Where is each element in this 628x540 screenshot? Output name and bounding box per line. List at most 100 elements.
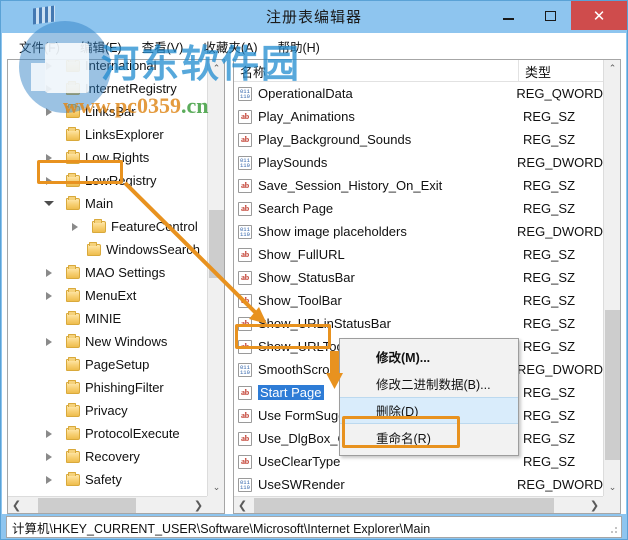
values-scroll-right-icon[interactable]: ❯ <box>586 497 603 513</box>
value-row[interactable]: ab Show_StatusBar REG_SZ <box>234 266 603 289</box>
close-icon: ✕ <box>592 7 606 25</box>
tree-scroll-down-icon[interactable]: ⌄ <box>208 479 224 496</box>
value-type-cell: REG_SZ <box>523 247 576 262</box>
menu-help[interactable]: 帮助(H) <box>268 34 328 59</box>
tree-scroll-right-icon[interactable]: ❯ <box>190 497 207 513</box>
tree-node[interactable]: SearchScopes <box>8 491 206 495</box>
value-row[interactable]: 011 110 UseSWRender REG_DWORD <box>234 473 603 496</box>
tree-node[interactable]: MAO Settings <box>8 261 206 284</box>
tree-node[interactable]: PhishingFilter <box>8 376 206 399</box>
tree-expander-collapsed-icon[interactable] <box>42 422 55 445</box>
values-hscroll-thumb[interactable] <box>254 498 554 513</box>
tree-node-label: MenuExt <box>85 288 137 303</box>
maximize-button[interactable] <box>529 1 571 30</box>
value-type-cell: REG_SZ <box>523 178 576 193</box>
tree-connector <box>55 353 66 376</box>
value-row[interactable]: 011 110 OperationalData REG_QWORD <box>234 82 603 105</box>
tree-vertical-scrollbar[interactable]: ⌃ ⌄ <box>207 60 224 496</box>
context-menu-item-modify[interactable]: 修改(M)... <box>340 343 518 370</box>
values-scroll-down-icon[interactable]: ⌄ <box>604 479 620 496</box>
tree-expander-expanded-icon[interactable] <box>42 192 55 215</box>
tree-horizontal-scrollbar[interactable]: ❮ ❯ <box>8 496 207 513</box>
tree-expander-collapsed-icon[interactable] <box>42 100 55 123</box>
tree-node[interactable]: Recovery <box>8 445 206 468</box>
folder-icon <box>66 126 80 141</box>
value-row[interactable]: ab Show_ToolBar REG_SZ <box>234 289 603 312</box>
tree-node[interactable]: MINIE <box>8 307 206 330</box>
annotation-box-start-page-value <box>235 324 331 349</box>
close-button[interactable]: ✕ <box>571 1 627 30</box>
annotation-box-delete-item <box>342 416 460 448</box>
tree-scroll-left-icon[interactable]: ❮ <box>8 497 25 513</box>
value-type-cell: REG_SZ <box>523 316 576 331</box>
tree-node[interactable]: FeatureControl <box>8 215 206 238</box>
string-value-icon: ab <box>238 201 252 216</box>
value-row[interactable]: ab Play_Animations REG_SZ <box>234 105 603 128</box>
values-scroll-left-icon[interactable]: ❮ <box>234 497 251 513</box>
tree-connector <box>55 399 66 422</box>
tree-node-label: InternetRegistry <box>85 81 177 96</box>
tree-node[interactable]: Main <box>8 192 206 215</box>
tree-node-label: FeatureControl <box>111 219 198 234</box>
values-vscroll-thumb[interactable] <box>605 310 620 460</box>
value-row[interactable]: 011 110 Show image placeholders REG_DWORD <box>234 220 603 243</box>
context-menu-item-modify-binary[interactable]: 修改二进制数据(B)... <box>340 370 518 397</box>
tree-node[interactable]: New Windows <box>8 330 206 353</box>
value-row[interactable]: 011 110 PlaySounds REG_DWORD <box>234 151 603 174</box>
tree-node[interactable]: International <box>8 60 206 77</box>
folder-icon <box>66 80 80 95</box>
resize-grip-icon[interactable] <box>610 526 618 534</box>
tree-expander-collapsed-icon[interactable] <box>42 468 55 491</box>
tree-node[interactable]: PageSetup <box>8 353 206 376</box>
value-type-cell: REG_SZ <box>523 132 576 147</box>
menu-view[interactable]: 查看(V) <box>133 34 193 59</box>
tree-expander-collapsed-icon[interactable] <box>42 77 55 100</box>
value-row[interactable]: ab Play_Background_Sounds REG_SZ <box>234 128 603 151</box>
tree-hscroll-thumb[interactable] <box>38 498 136 513</box>
menu-edit[interactable]: 编辑(E) <box>71 34 131 59</box>
tree-node[interactable]: ProtocolExecute <box>8 422 206 445</box>
value-row[interactable]: ab Show_FullURL REG_SZ <box>234 243 603 266</box>
tree-node[interactable]: LinksBar <box>8 100 206 123</box>
value-row[interactable]: ab Search Page REG_SZ <box>234 197 603 220</box>
values-scroll-corner <box>603 496 620 513</box>
value-type-cell: REG_SZ <box>523 454 576 469</box>
status-bar: 计算机\HKEY_CURRENT_USER\Software\Microsoft… <box>6 516 622 538</box>
registry-tree-list: International InternetRegistry LinksBar Lin… <box>8 60 206 495</box>
tree-scroll-up-icon[interactable]: ⌃ <box>208 60 224 77</box>
column-header-type[interactable]: 类型 <box>519 60 603 82</box>
tree-expander-collapsed-icon[interactable] <box>68 215 81 238</box>
string-value-icon: ab <box>238 293 252 308</box>
column-header-name[interactable]: 名称 <box>234 60 519 82</box>
tree-connector <box>55 284 66 307</box>
tree-node[interactable]: LinksExplorer <box>8 123 206 146</box>
tree-node[interactable]: MenuExt <box>8 284 206 307</box>
tree-node[interactable]: Privacy <box>8 399 206 422</box>
minimize-button[interactable] <box>487 1 529 30</box>
tree-node[interactable]: InternetRegistry <box>8 77 206 100</box>
binary-value-icon: 011 110 <box>238 224 252 239</box>
value-name-text: UseClearType <box>258 454 341 469</box>
tree-node[interactable]: WindowsSearch <box>8 238 206 261</box>
value-type-cell: REG_SZ <box>523 408 576 423</box>
tree-node[interactable]: Safety <box>8 468 206 491</box>
tree-vscroll-thumb[interactable] <box>209 210 224 278</box>
value-name-cell: Show image placeholders <box>258 224 517 239</box>
registry-tree-pane[interactable]: International InternetRegistry LinksBar Lin… <box>7 59 225 514</box>
value-row[interactable]: ab Save_Session_History_On_Exit REG_SZ <box>234 174 603 197</box>
values-horizontal-scrollbar[interactable]: ❮ ❯ <box>234 496 603 513</box>
value-type-cell: REG_SZ <box>523 385 576 400</box>
menu-file[interactable]: 文件(F) <box>10 34 69 59</box>
value-type-cell: REG_SZ <box>523 431 576 446</box>
menu-favorites[interactable]: 收藏夹(A) <box>194 34 266 59</box>
tree-expander-collapsed-icon[interactable] <box>42 284 55 307</box>
tree-expander-collapsed-icon[interactable] <box>42 60 55 77</box>
tree-expander-collapsed-icon[interactable] <box>42 445 55 468</box>
folder-icon <box>66 356 80 371</box>
tree-node-label: MAO Settings <box>85 265 166 280</box>
tree-expander-collapsed-icon[interactable] <box>42 261 55 284</box>
tree-expander-collapsed-icon[interactable] <box>42 491 55 495</box>
values-scroll-up-icon[interactable]: ⌃ <box>604 60 620 77</box>
values-vertical-scrollbar[interactable]: ⌃ ⌄ <box>603 60 620 496</box>
tree-expander-collapsed-icon[interactable] <box>42 330 55 353</box>
